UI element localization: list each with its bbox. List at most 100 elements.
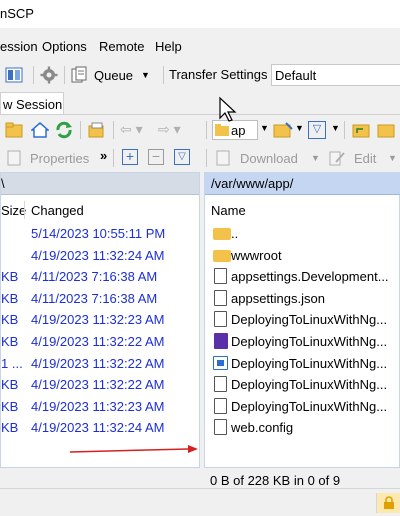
file-name: DeployingToLinuxWithNg...	[231, 377, 388, 393]
session-tabs: w Session	[0, 92, 400, 114]
parent-folder-icon	[352, 124, 370, 138]
right-path-bar[interactable]: /var/www/app/	[205, 173, 400, 195]
table-row[interactable]: 5/14/2023 10:55:11 PM	[1, 223, 199, 244]
mouse-cursor-icon	[219, 96, 237, 122]
toolbar-separator	[163, 66, 164, 84]
file-name: ..	[231, 226, 239, 241]
title-bar: nSCP	[0, 0, 400, 28]
table-row[interactable]: DeployingToLinuxWithNg...	[205, 374, 400, 395]
left-panel-actions: Properties » + − ▽	[0, 145, 202, 171]
file-changed: 4/19/2023 11:32:22 AM	[31, 334, 165, 349]
table-row[interactable]: KB 4/19/2023 11:32:24 AM	[1, 417, 199, 438]
table-row[interactable]: DeployingToLinuxWithNg...	[205, 309, 400, 330]
left-path-bar[interactable]: \	[1, 173, 199, 195]
home-button[interactable]	[30, 120, 50, 140]
winscp-window: nSCP ession Options Remote Help Queue ▼ …	[0, 0, 400, 516]
table-row[interactable]: 1 ... 4/19/2023 11:32:22 AM	[1, 353, 199, 374]
refresh-icon	[56, 121, 72, 139]
edit-icon	[328, 149, 346, 167]
root-directory-button[interactable]	[376, 120, 396, 140]
gear-icon	[40, 66, 58, 84]
right-column-headers: Name	[205, 199, 400, 221]
table-row[interactable]: KB 4/11/2023 7:16:38 AM	[1, 266, 199, 287]
encryption-indicator[interactable]	[376, 493, 400, 513]
forward-arrow-icon[interactable]: ⇨ ▾	[158, 121, 181, 138]
open-directory-button[interactable]	[272, 120, 294, 140]
file-icon	[214, 311, 227, 328]
root-folder-icon	[377, 124, 395, 138]
sync-browse-button[interactable]	[4, 65, 24, 85]
folder-icon	[215, 124, 229, 136]
table-row[interactable]: KB 4/11/2023 7:16:38 AM	[1, 288, 199, 309]
queue-icon	[71, 66, 87, 83]
file-changed: 4/19/2023 11:32:22 AM	[31, 355, 165, 371]
parent-directory-button[interactable]	[351, 120, 371, 140]
chevron-down-icon[interactable]: ▼	[311, 153, 320, 163]
status-bar	[0, 488, 400, 516]
compare-panels-icon	[5, 67, 23, 83]
remote-path-value: ap	[231, 123, 246, 138]
transfer-settings-value: Default	[275, 68, 317, 83]
table-row[interactable]: DeployingToLinuxWithNg...	[205, 331, 400, 352]
tab-new-session[interactable]: w Session	[0, 92, 64, 114]
file-size: 1 ...	[1, 355, 23, 371]
menu-session[interactable]: ession	[0, 39, 38, 54]
edit-button[interactable]: Edit	[354, 151, 376, 166]
find-icon	[88, 122, 104, 138]
back-arrow-icon[interactable]: ⇦ ▾	[120, 121, 143, 138]
toolbar-separator	[344, 121, 345, 139]
table-row[interactable]: DeployingToLinuxWithNg...	[205, 353, 400, 374]
unselect-minus-icon[interactable]: −	[148, 149, 164, 165]
menu-bar: ession Options Remote Help	[0, 36, 400, 58]
toolbar-separator	[64, 66, 65, 84]
filter-icon[interactable]: ▽	[174, 149, 190, 165]
menu-remote[interactable]: Remote	[99, 39, 145, 54]
chevron-down-icon[interactable]: ▼	[295, 123, 304, 133]
chevron-down-icon[interactable]: ▼	[260, 123, 269, 133]
file-icon	[214, 419, 227, 436]
toolbar-separator	[113, 121, 114, 139]
toolbar-separator	[80, 121, 81, 139]
tab-divider	[0, 114, 400, 115]
find-files-button[interactable]	[86, 120, 108, 140]
table-row[interactable]: wwwroot	[205, 245, 400, 266]
table-row[interactable]: appsettings.Development...	[205, 266, 400, 287]
queue-label: Queue	[94, 67, 134, 83]
table-row[interactable]: KB 4/19/2023 11:32:23 AM	[1, 309, 199, 330]
table-row[interactable]: appsettings.json	[205, 288, 400, 309]
filter-icon[interactable]: ▽	[308, 121, 326, 139]
file-changed: 4/11/2023 7:16:38 AM	[31, 269, 158, 285]
download-button[interactable]: Download	[240, 151, 298, 166]
table-row[interactable]: 4/19/2023 11:32:24 AM	[1, 245, 199, 266]
table-row[interactable]: DeployingToLinuxWithNg...	[205, 396, 400, 417]
name-column-header[interactable]: Name	[211, 203, 246, 218]
file-changed: 4/19/2023 11:32:24 AM	[31, 420, 165, 436]
table-row[interactable]: web.config	[205, 417, 400, 438]
properties-button[interactable]: Properties	[30, 151, 89, 166]
table-row[interactable]: KB 4/19/2023 11:32:22 AM	[1, 331, 199, 352]
right-path: /var/www/app/	[211, 176, 294, 191]
table-row[interactable]: ..	[205, 223, 400, 244]
size-column-header[interactable]: Size	[1, 203, 26, 218]
preferences-button[interactable]	[38, 65, 60, 85]
project-file-icon	[214, 333, 228, 349]
chevron-down-icon[interactable]: ▼	[331, 123, 340, 133]
select-plus-icon[interactable]: +	[122, 149, 138, 165]
refresh-button[interactable]	[54, 120, 74, 140]
changed-column-header[interactable]: Changed	[31, 203, 84, 218]
file-icon	[214, 397, 227, 414]
menu-options[interactable]: Options	[42, 39, 87, 54]
menu-help[interactable]: Help	[155, 39, 182, 54]
toolbar-separator	[206, 149, 207, 167]
chevron-down-icon[interactable]: ▼	[388, 153, 397, 163]
open-folder-button[interactable]	[4, 120, 24, 140]
queue-button[interactable]: Queue ▼	[70, 65, 160, 85]
table-row[interactable]: KB 4/19/2023 11:32:22 AM	[1, 374, 199, 395]
file-name: DeployingToLinuxWithNg...	[231, 355, 388, 371]
transfer-settings-dropdown[interactable]: Default	[271, 64, 400, 86]
table-row[interactable]: KB 4/19/2023 11:32:23 AM	[1, 396, 199, 417]
file-changed: 4/19/2023 11:32:23 AM	[31, 312, 165, 328]
file-size: KB	[1, 269, 19, 285]
overflow-chevron-icon[interactable]: »	[100, 148, 107, 163]
file-size: KB	[1, 398, 19, 414]
